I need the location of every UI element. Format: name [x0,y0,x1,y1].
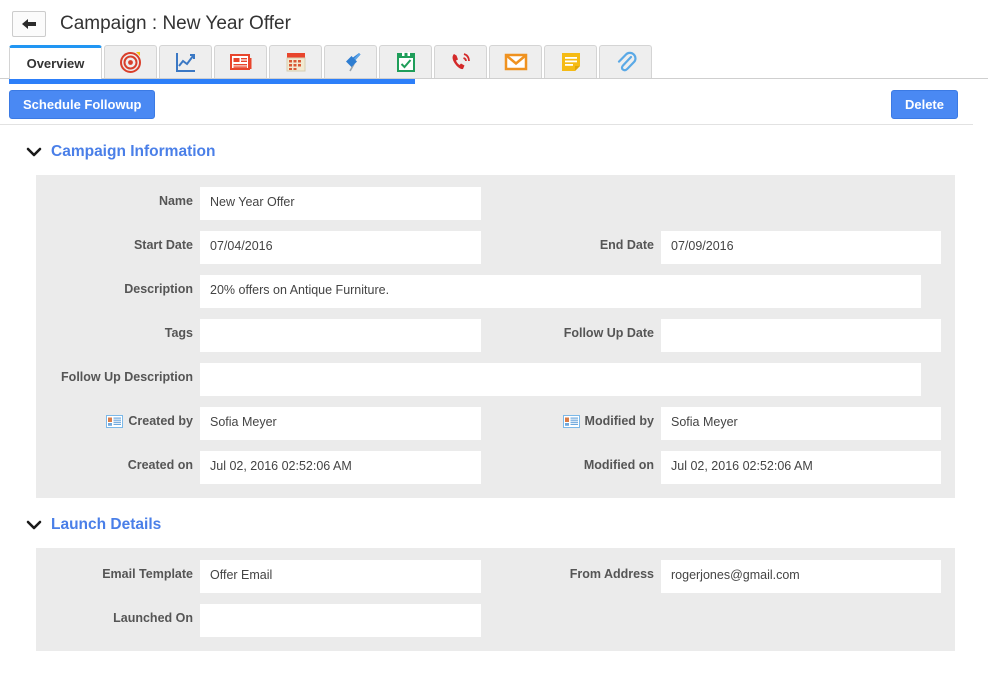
description-field[interactable]: 20% offers on Antique Furniture. [200,275,921,308]
launch-details-panel: Email Template Offer Email From Address … [36,548,955,651]
delete-button[interactable]: Delete [891,90,958,119]
email-template-field[interactable]: Offer Email [200,560,481,593]
contact-card-icon [563,415,580,428]
phone-call-icon [449,50,473,74]
description-label: Description [36,275,193,296]
back-button[interactable] [12,11,46,37]
end-date-field[interactable]: 07/09/2016 [661,231,941,264]
row-created-modified-by: Created by Sofia Meyer [36,407,955,440]
chevron-down-icon [26,146,42,158]
news-icon [229,50,253,74]
row-launched-on: Launched On [36,604,955,637]
row-email-template-from-address: Email Template Offer Email From Address … [36,560,955,593]
row-description: Description 20% offers on Antique Furnit… [36,275,955,308]
tab-task-check[interactable] [379,45,432,78]
section-campaign-information-header[interactable]: Campaign Information [0,143,988,161]
row-dates: Start Date 07/04/2016 End Date 07/09/201… [36,231,955,264]
tab-line-chart[interactable] [159,45,212,78]
tab-bar: Overview [0,46,988,79]
tags-field[interactable] [200,319,481,352]
target-icon [119,50,143,74]
follow-up-description-label: Follow Up Description [36,363,193,384]
modified-by-field[interactable]: Sofia Meyer [661,407,941,440]
name-label: Name [36,187,193,208]
follow-up-description-field[interactable] [200,363,921,396]
campaign-information-panel: Name New Year Offer Start Date 07/04/201… [36,175,955,498]
row-follow-up-description: Follow Up Description [36,363,955,396]
modified-on-label: Modified on [496,451,654,472]
action-toolbar: Schedule Followup Delete [0,84,973,125]
start-date-field[interactable]: 07/04/2016 [200,231,481,264]
launched-on-label: Launched On [36,604,193,625]
created-by-label-wrap: Created by [36,407,193,428]
start-date-label: Start Date [36,231,193,252]
note-icon [559,50,583,74]
from-address-field[interactable]: rogerjones@gmail.com [661,560,941,593]
created-by-field[interactable]: Sofia Meyer [200,407,481,440]
section-launch-details: Launch Details Email Template Offer Emai… [0,516,988,651]
row-tags-followupdate: Tags Follow Up Date [36,319,955,352]
task-check-icon [394,50,418,74]
tab-pushpin[interactable] [324,45,377,78]
created-by-label: Created by [128,414,193,428]
follow-up-date-field[interactable] [661,319,941,352]
calendar-icon [284,50,308,74]
from-address-label: From Address [496,560,654,581]
tab-envelope[interactable] [489,45,542,78]
tab-target[interactable] [104,45,157,78]
page-title: Campaign : New Year Offer [60,13,291,35]
paperclip-icon [614,50,638,74]
schedule-followup-button[interactable]: Schedule Followup [9,90,155,119]
chevron-down-icon [26,519,42,531]
row-created-modified-on: Created on Jul 02, 2016 02:52:06 AM Modi… [36,451,955,484]
section-launch-details-header[interactable]: Launch Details [0,516,988,534]
modified-on-field: Jul 02, 2016 02:52:06 AM [661,451,941,484]
follow-up-date-label: Follow Up Date [496,319,654,340]
tab-paperclip[interactable] [599,45,652,78]
tab-calendar[interactable] [269,45,322,78]
tab-accent-bar [9,79,415,84]
section-launch-details-title: Launch Details [51,516,161,534]
modified-by-label: Modified by [585,414,654,428]
tab-phone-call[interactable] [434,45,487,78]
created-on-label: Created on [36,451,193,472]
launched-on-field[interactable] [200,604,481,637]
envelope-icon [504,50,528,74]
line-chart-icon [174,50,198,74]
section-campaign-information: Campaign Information Name New Year Offer… [0,143,988,498]
tags-label: Tags [36,319,193,340]
created-on-field: Jul 02, 2016 02:52:06 AM [200,451,481,484]
modified-by-label-wrap: Modified by [496,407,654,428]
tab-news[interactable] [214,45,267,78]
tabbar-wrap: Overview [0,46,988,84]
tab-overview-label: Overview [27,56,85,71]
email-template-label: Email Template [36,560,193,581]
contact-card-icon [106,415,123,428]
row-name: Name New Year Offer [36,187,955,220]
arrow-left-icon [20,17,38,31]
page-header: Campaign : New Year Offer [0,0,988,46]
name-field[interactable]: New Year Offer [200,187,481,220]
end-date-label: End Date [496,231,654,252]
section-campaign-information-title: Campaign Information [51,143,215,161]
tab-note[interactable] [544,45,597,78]
tab-overview[interactable]: Overview [9,45,102,79]
pushpin-icon [339,50,363,74]
